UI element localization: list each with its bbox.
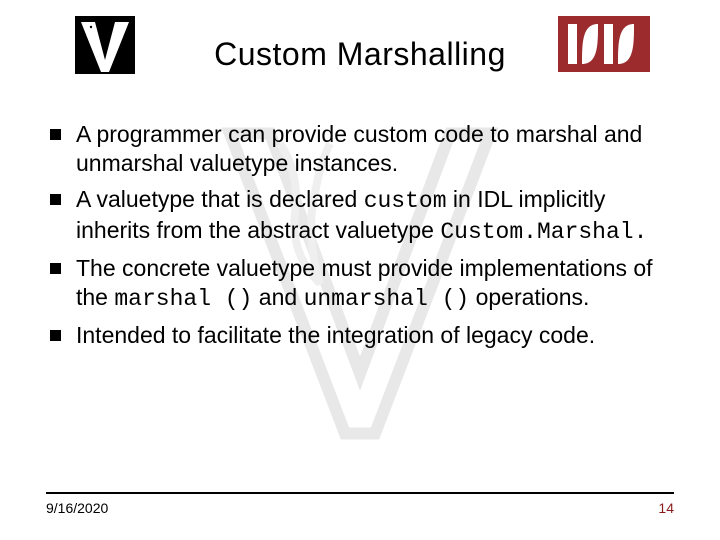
bullet-text: A valuetype that is declared xyxy=(76,186,364,212)
footer-rule xyxy=(46,492,674,494)
bullet-item: Intended to facilitate the integration o… xyxy=(48,321,672,350)
isis-logo xyxy=(558,16,650,82)
bullet-text: and xyxy=(252,284,303,310)
footer: 9/16/2020 14 xyxy=(46,492,674,516)
code-text: custom xyxy=(364,188,447,214)
bullet-list: A programmer can provide custom code to … xyxy=(48,120,672,350)
code-text: marshal () xyxy=(114,286,252,312)
content: A programmer can provide custom code to … xyxy=(40,120,680,350)
page-number: 14 xyxy=(658,500,674,516)
code-text: unmarshal () xyxy=(304,286,470,312)
bullet-item: The concrete valuetype must provide impl… xyxy=(48,254,672,315)
header: Custom Marshalling xyxy=(40,0,680,90)
bullet-item: A programmer can provide custom code to … xyxy=(48,120,672,179)
code-text: Custom.Marshal. xyxy=(440,219,647,245)
slide: Custom Marshalling A programmer can prov… xyxy=(0,0,720,540)
bullet-text: A programmer can provide custom code to … xyxy=(76,121,642,176)
page-title: Custom Marshalling xyxy=(214,36,506,73)
bullet-item: A valuetype that is declared custom in I… xyxy=(48,185,672,248)
vanderbilt-logo xyxy=(72,16,138,82)
footer-date: 9/16/2020 xyxy=(46,500,108,516)
bullet-text: Intended to facilitate the integration o… xyxy=(76,322,595,348)
bullet-text: operations. xyxy=(469,284,589,310)
